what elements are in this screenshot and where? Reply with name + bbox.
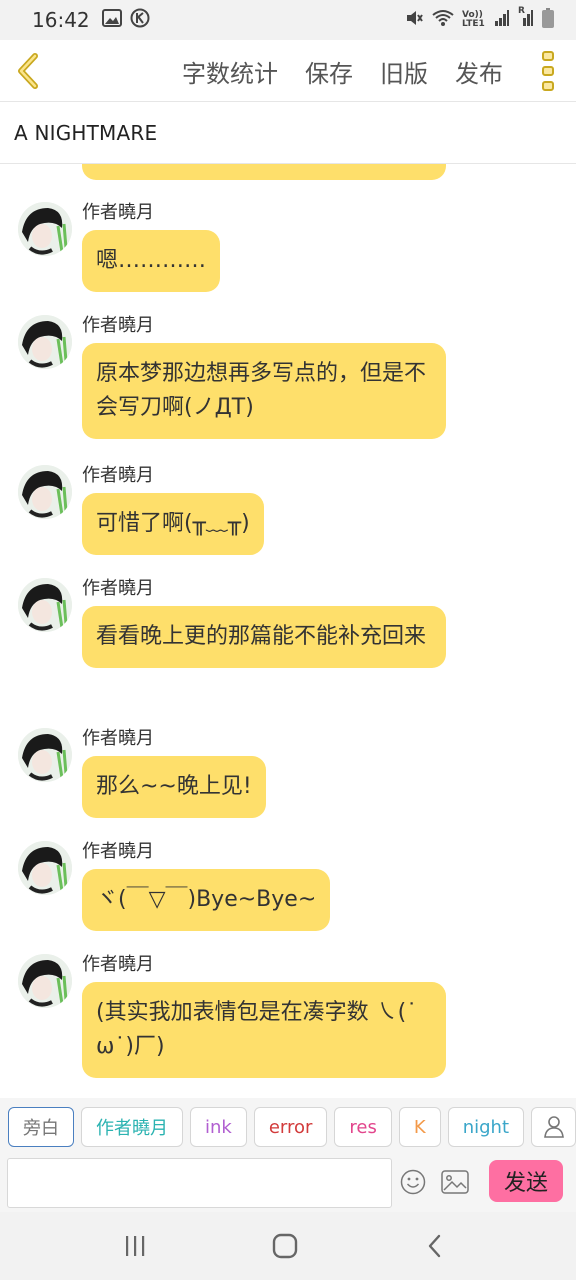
- message-bubble[interactable]: 原本梦那边想再多写点的，但是不会写刀啊(ノДT): [82, 343, 446, 439]
- old-version-button[interactable]: 旧版: [380, 54, 428, 89]
- compose-bar: 发送: [0, 1156, 576, 1212]
- chat-area[interactable]: 作者曉月 嗯………… 作者曉月 原本梦那边想再多写点的，但是不会写刀啊(ノДT)…: [0, 164, 576, 1098]
- message-bubble[interactable]: ヾ(￣▽￣)Bye~Bye~: [82, 869, 331, 931]
- message-bubble[interactable]: (其实我加表情包是在凑字数 ㇏(˙ω˙)厂): [82, 982, 446, 1078]
- volte-icon: Vo)) LTE1: [462, 10, 485, 29]
- role-chip-author[interactable]: 作者曉月: [81, 1107, 183, 1147]
- publish-button[interactable]: 发布: [455, 54, 503, 89]
- sender-name: 作者曉月: [82, 315, 154, 336]
- back-icon: [428, 1234, 441, 1258]
- avatar[interactable]: [18, 465, 72, 519]
- role-chip-k[interactable]: K: [398, 1107, 441, 1147]
- message-bubble[interactable]: 看看晚上更的那篇能不能补充回来: [82, 606, 446, 668]
- roaming-label: R: [518, 6, 525, 16]
- document-title[interactable]: A NIGHTMARE: [14, 121, 157, 145]
- avatar[interactable]: [18, 202, 72, 256]
- message-bubble[interactable]: 嗯…………: [82, 230, 221, 292]
- user-icon: [543, 1116, 564, 1138]
- avatar[interactable]: [18, 315, 72, 369]
- mute-icon: [404, 8, 424, 32]
- home-icon: [272, 1233, 298, 1259]
- back-button[interactable]: [10, 50, 46, 92]
- avatar[interactable]: [18, 728, 72, 782]
- recent-apps-button[interactable]: [120, 1232, 150, 1260]
- role-selector: 旁白 作者曉月 ink error res K night: [0, 1098, 576, 1156]
- role-chip-night[interactable]: night: [447, 1107, 525, 1147]
- image-icon: [101, 9, 122, 31]
- avatar[interactable]: [18, 578, 72, 632]
- message-bubble[interactable]: 那么~~晚上见!: [82, 756, 266, 818]
- signal-icon: [494, 9, 510, 31]
- message-bubble-partial[interactable]: [82, 164, 446, 180]
- chevron-left-icon: [18, 53, 38, 89]
- status-bar: 16:42 Vo)) LTE1 R: [0, 0, 576, 40]
- sender-name: 作者曉月: [82, 465, 154, 486]
- save-button[interactable]: 保存: [305, 54, 353, 89]
- sender-name: 作者曉月: [82, 728, 154, 749]
- sender-name: 作者曉月: [82, 578, 154, 599]
- editor-toolbar: 字数统计 保存 旧版 发布: [0, 40, 576, 102]
- role-chip-res[interactable]: res: [334, 1107, 392, 1147]
- k-icon: [130, 8, 150, 32]
- sender-name: 作者曉月: [82, 954, 154, 975]
- signal-roaming-icon: R: [518, 6, 534, 31]
- battery-icon: [542, 8, 554, 32]
- role-chip-ink[interactable]: ink: [190, 1107, 247, 1147]
- role-chip-error[interactable]: error: [253, 1107, 328, 1147]
- emoji-icon[interactable]: [400, 1169, 426, 1195]
- sender-name: 作者曉月: [82, 202, 154, 223]
- nav-back-button[interactable]: [420, 1232, 450, 1260]
- more-vertical-icon: [542, 51, 554, 61]
- title-row[interactable]: A NIGHTMARE: [0, 102, 576, 164]
- system-nav-bar: [0, 1212, 576, 1280]
- avatar[interactable]: [18, 841, 72, 895]
- word-count-button[interactable]: 字数统计: [182, 54, 278, 89]
- add-role-button[interactable]: [531, 1107, 576, 1147]
- send-button[interactable]: 发送: [489, 1160, 563, 1202]
- avatar[interactable]: [18, 954, 72, 1008]
- home-button[interactable]: [270, 1232, 300, 1260]
- recent-apps-icon: [126, 1236, 145, 1256]
- sender-name: 作者曉月: [82, 841, 154, 862]
- role-chip-narrator[interactable]: 旁白: [8, 1107, 74, 1147]
- message-input[interactable]: [7, 1158, 392, 1208]
- message-bubble[interactable]: 可惜了啊(╥﹏╥): [82, 493, 264, 555]
- more-button[interactable]: [540, 51, 556, 91]
- status-time: 16:42: [32, 8, 90, 32]
- wifi-icon: [432, 9, 454, 31]
- image-icon[interactable]: [441, 1170, 469, 1194]
